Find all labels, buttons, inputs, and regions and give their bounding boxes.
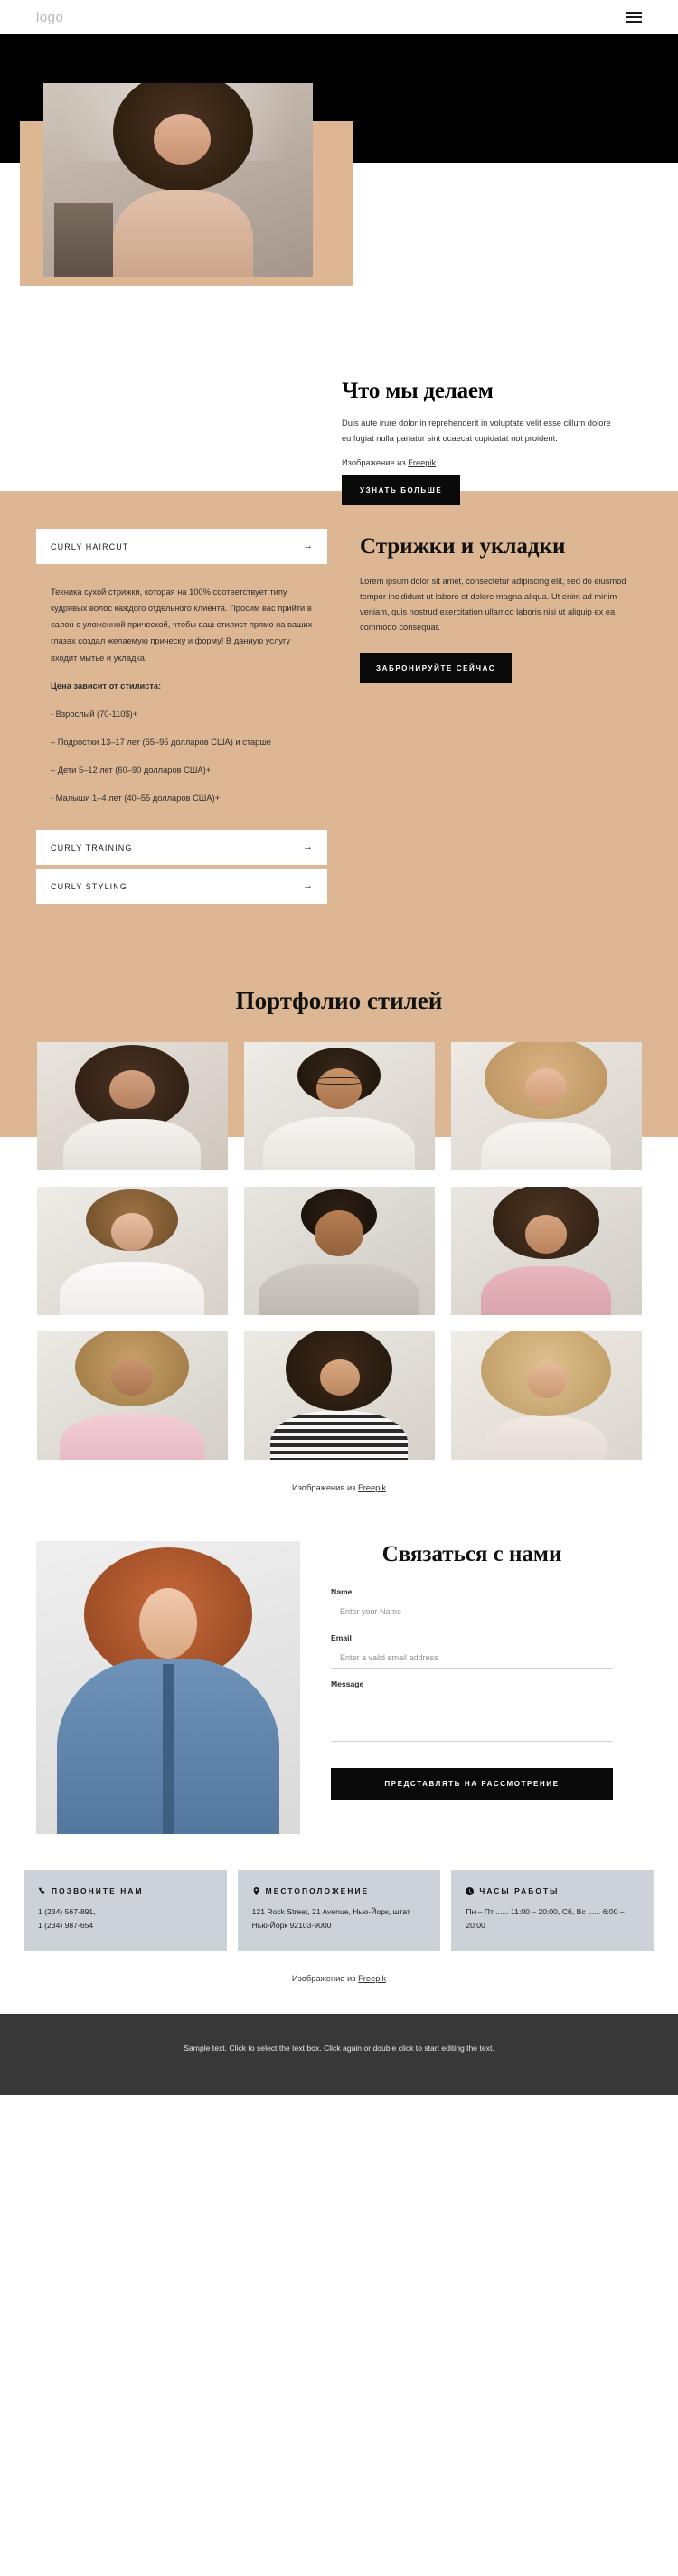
portfolio-item[interactable]: [450, 1042, 642, 1171]
page-root: logo Что мы делаем Duis aute irure dolor…: [0, 0, 678, 2096]
services-intro: Техника сухой стрижки, которая на 100% с…: [51, 588, 313, 663]
services-price-item: - Взрослый (70-110$)+: [51, 709, 138, 719]
accordion-label: CURLY HAIRCUT: [51, 541, 129, 551]
portfolio-item[interactable]: [243, 1331, 435, 1461]
portfolio-item[interactable]: [243, 1042, 435, 1171]
book-now-button[interactable]: ЗАБРОНИРУЙТЕ СЕЙЧАС: [360, 653, 513, 684]
services-price-heading: Цена зависит от стилиста:: [51, 681, 162, 691]
contact-section: Связаться с нами Name Email Message ПРЕД…: [0, 1501, 678, 1835]
info-box-line: Пн – Пт ...... 11:00 – 20:00, Сб, Вс ...…: [466, 1907, 625, 1931]
portfolio-item[interactable]: [450, 1187, 642, 1316]
info-box-line: 121 Rock Street, 21 Avenue, Нью-Йорк, шт…: [251, 1907, 410, 1931]
learn-more-button[interactable]: УЗНАТЬ БОЛЬШЕ: [342, 475, 461, 505]
accordion-item-curly-training[interactable]: CURLY TRAINING →: [36, 830, 327, 866]
services-paragraph: Lorem ipsum dolor sit amet, consectetur …: [360, 576, 626, 633]
info-box-header: ЧАСЫ РАБОТЫ: [466, 1886, 640, 1895]
name-label: Name: [331, 1587, 353, 1597]
info-box-call-us: ПОЗВОНИТЕ НАМ 1 (234) 567-891, 1 (234) 9…: [24, 1870, 227, 1951]
portfolio-item[interactable]: [36, 1187, 228, 1316]
info-box-line: 1 (234) 567-891,: [38, 1907, 96, 1917]
contact-form: Связаться с нами Name Email Message ПРЕД…: [331, 1541, 613, 1800]
hero-section: Что мы делаем Duis aute irure dolor in r…: [0, 34, 678, 505]
contact-field-email: Email: [331, 1633, 613, 1669]
portfolio-credit-prefix: Изображения из: [291, 1483, 359, 1493]
site-header: logo: [0, 0, 678, 34]
info-box-header: МЕСТОПОЛОЖЕНИЕ: [252, 1886, 427, 1895]
services-price-item: – Подростки 13–17 лет (65–95 долларов СШ…: [51, 737, 271, 747]
portfolio-item[interactable]: [243, 1187, 435, 1316]
accordion-label: CURLY STYLING: [51, 881, 127, 891]
arrow-right-icon: →: [303, 841, 313, 853]
portfolio-grid: [0, 1042, 678, 1461]
portfolio-section: Портфолио стилей Изображения из Freepik: [0, 953, 678, 1502]
info-box-title: ЧАСЫ РАБОТЫ: [479, 1886, 560, 1896]
submit-button[interactable]: ПРЕДСТАВЛЯТЬ НА РАССМОТРЕНИЕ: [331, 1768, 613, 1800]
portfolio-item[interactable]: [450, 1331, 642, 1461]
info-box-title: МЕСТОПОЛОЖЕНИЕ: [265, 1886, 370, 1896]
hero-credit: Изображение из Freepik: [342, 458, 622, 467]
map-pin-icon: [252, 1886, 260, 1895]
message-input[interactable]: [331, 1695, 613, 1743]
info-boxes: ПОЗВОНИТЕ НАМ 1 (234) 567-891, 1 (234) 9…: [0, 1834, 678, 1951]
accordion-label: CURLY TRAINING: [51, 842, 133, 852]
hero-credit-prefix: Изображение из: [342, 458, 409, 468]
services-price-item: - Малыши 1–4 лет (40–55 долларов США)+: [51, 794, 221, 804]
services-price-item: – Дети 5–12 лет (60–90 долларов США)+: [51, 766, 212, 775]
email-label: Email: [331, 1633, 352, 1643]
footer-credit: Изображение из Freepik: [0, 1951, 678, 2014]
logo[interactable]: logo: [36, 10, 63, 25]
contact-title: Связаться с нами: [381, 1542, 562, 1567]
accordion-item-curly-styling[interactable]: CURLY STYLING →: [36, 869, 327, 905]
info-box-title: ПОЗВОНИТЕ НАМ: [52, 1886, 144, 1896]
services-accordion: CURLY HAIRCUT → Техника сухой стрижки, к…: [36, 529, 327, 907]
portfolio-credit: Изображения из Freepik: [0, 1483, 678, 1492]
site-footer: Sample text. Click to select the text bo…: [0, 2014, 678, 2096]
info-box-header: ПОЗВОНИТЕ НАМ: [38, 1886, 212, 1895]
hero-card: Что мы делаем Duis aute irure dolor in r…: [318, 357, 645, 468]
hero-credit-link[interactable]: Freepik: [408, 458, 436, 467]
info-box-working-hours: ЧАСЫ РАБОТЫ Пн – Пт ...... 11:00 – 20:00…: [451, 1870, 654, 1951]
portfolio-credit-link[interactable]: Freepik: [358, 1483, 386, 1492]
hero-image: [43, 83, 313, 277]
services-copy: Стрижки и укладки Lorem ipsum dolor sit …: [360, 529, 642, 684]
footer-credit-prefix: Изображение из: [291, 1974, 359, 1984]
clock-icon: [466, 1886, 475, 1895]
contact-field-message: Message: [331, 1679, 613, 1746]
info-box-line: 1 (234) 987-654: [38, 1921, 94, 1931]
hero-title: Что мы делаем: [342, 379, 494, 403]
footer-text: Sample text. Click to select the text bo…: [184, 2044, 494, 2054]
hero-paragraph: Duis aute irure dolor in reprehenderit i…: [342, 418, 611, 443]
phone-icon: [38, 1886, 46, 1895]
portfolio-item[interactable]: [36, 1042, 228, 1171]
accordion-item-curly-haircut[interactable]: CURLY HAIRCUT →: [36, 529, 327, 564]
message-label: Message: [331, 1679, 364, 1689]
contact-image: [36, 1541, 300, 1835]
footer-credit-link[interactable]: Freepik: [358, 1974, 386, 1983]
name-input[interactable]: [331, 1607, 613, 1623]
info-box-location: МЕСТОПОЛОЖЕНИЕ 121 Rock Street, 21 Avenu…: [237, 1870, 441, 1951]
email-input[interactable]: [331, 1653, 613, 1669]
services-section: CURLY HAIRCUT → Техника сухой стрижки, к…: [0, 491, 678, 954]
hamburger-icon[interactable]: [626, 12, 642, 23]
accordion-panel-curly-haircut: Техника сухой стрижки, которая на 100% с…: [36, 568, 327, 815]
arrow-right-icon: →: [303, 541, 313, 551]
portfolio-item[interactable]: [36, 1331, 228, 1461]
services-heading: Стрижки и укладки: [360, 534, 566, 559]
portfolio-title: Портфолио стилей: [235, 987, 443, 1015]
arrow-right-icon: →: [303, 880, 313, 892]
contact-field-name: Name: [331, 1587, 613, 1623]
